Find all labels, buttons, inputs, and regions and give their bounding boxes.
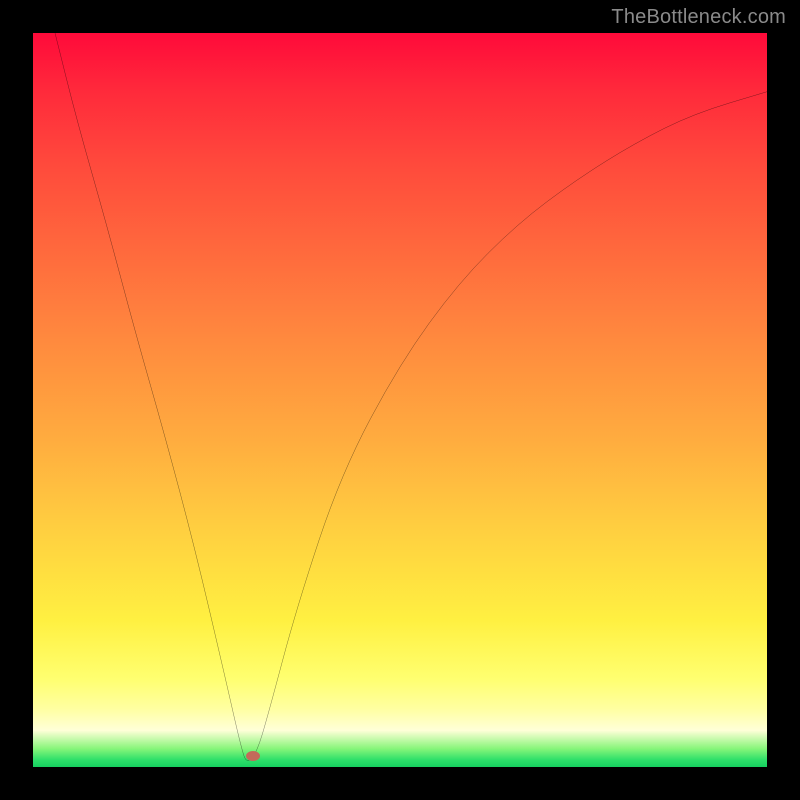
chart-frame: TheBottleneck.com: [0, 0, 800, 800]
plot-area: [33, 33, 767, 767]
watermark-text: TheBottleneck.com: [611, 6, 786, 29]
optimum-marker: [246, 751, 260, 761]
curve-path: [55, 33, 767, 761]
bottleneck-curve: [33, 33, 767, 767]
